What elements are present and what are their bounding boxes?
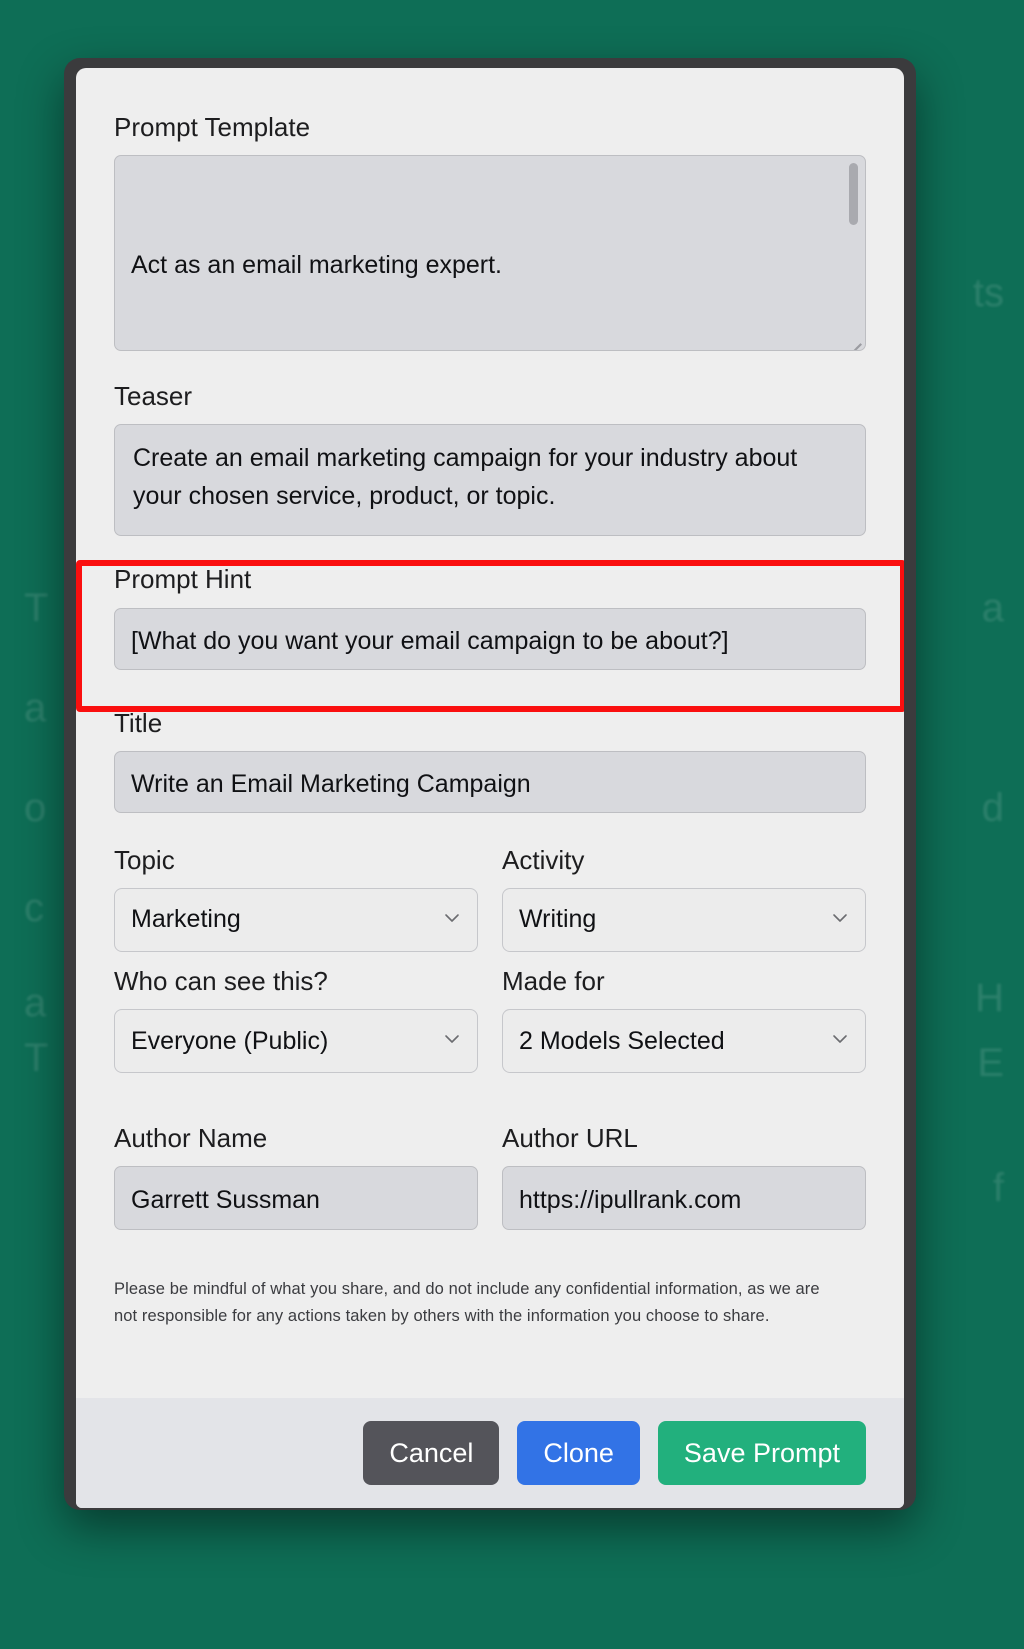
bg-fragment: c — [24, 886, 44, 930]
topic-field: Topic Marketing — [114, 845, 478, 952]
bg-fragment: a — [24, 686, 47, 730]
title-label: Title — [114, 707, 163, 738]
chevron-down-icon — [831, 909, 849, 927]
chevron-down-icon — [443, 1030, 461, 1048]
made-for-label: Made for — [502, 965, 605, 996]
bg-fragment: T — [24, 1036, 49, 1080]
bg-fragment: a — [24, 981, 47, 1025]
teaser-field: Teaser Create an email marketing campaig… — [114, 381, 866, 537]
author-url-field: Author URL https://ipullrank.com — [502, 1123, 866, 1231]
activity-label: Activity — [502, 844, 585, 875]
bg-fragment: ts — [972, 271, 1004, 315]
activity-select[interactable]: Writing — [502, 887, 866, 952]
prompt-template-scrollbar[interactable] — [849, 163, 858, 345]
prompt-editor-dialog: Prompt Template Act as an email marketin… — [76, 68, 904, 1508]
bg-fragment: o — [24, 786, 47, 830]
topic-selected-value: Marketing — [131, 905, 241, 934]
topic-select[interactable]: Marketing — [114, 887, 478, 952]
disclaimer-text: Please be mindful of what you share, and… — [114, 1280, 820, 1325]
bg-fragment: d — [981, 786, 1004, 830]
chevron-down-icon — [443, 909, 461, 927]
made-for-select[interactable]: 2 Models Selected — [502, 1009, 866, 1074]
activity-selected-value: Writing — [519, 905, 597, 934]
bg-fragment: T — [24, 586, 49, 630]
prompt-template-textarea[interactable]: Act as an email marketing expert. Write … — [114, 155, 866, 352]
made-for-field: Made for 2 Models Selected — [502, 965, 866, 1074]
save-prompt-button[interactable]: Save Prompt — [657, 1421, 866, 1485]
activity-field: Activity Writing — [502, 845, 866, 952]
prompt-hint-input[interactable]: [What do you want your email campaign to… — [114, 607, 866, 670]
bg-fragment: a — [981, 586, 1004, 630]
cancel-button[interactable]: Cancel — [363, 1421, 500, 1485]
clone-button[interactable]: Clone — [517, 1421, 640, 1485]
bg-fragment: E — [977, 1041, 1004, 1085]
author-url-label: Author URL — [502, 1123, 638, 1154]
dialog-body: Prompt Template Act as an email marketin… — [76, 68, 904, 1398]
visibility-madefor-row: Who can see this? Everyone (Public) Made… — [114, 965, 866, 1074]
scrollbar-thumb[interactable] — [849, 163, 858, 226]
bg-fragment: H — [975, 976, 1004, 1020]
teaser-wrap: Create an email marketing campaign for y… — [114, 424, 866, 537]
prompt-hint-field: Prompt Hint [What do you want your email… — [114, 564, 866, 670]
visibility-field: Who can see this? Everyone (Public) — [114, 965, 478, 1074]
visibility-select[interactable]: Everyone (Public) — [114, 1009, 478, 1074]
author-name-label: Author Name — [114, 1123, 268, 1154]
teaser-textarea[interactable]: Create an email marketing campaign for y… — [114, 424, 866, 537]
dialog-footer: Cancel Clone Save Prompt — [76, 1398, 904, 1508]
author-name-field: Author Name Garrett Sussman — [114, 1123, 478, 1231]
author-row: Author Name Garrett Sussman Author URL h… — [114, 1123, 866, 1231]
prompt-hint-label: Prompt Hint — [114, 564, 252, 595]
prompt-template-label: Prompt Template — [114, 112, 311, 142]
visibility-selected-value: Everyone (Public) — [131, 1026, 329, 1055]
chevron-down-icon — [831, 1030, 849, 1048]
teaser-label: Teaser — [114, 381, 193, 412]
author-url-input[interactable]: https://ipullrank.com — [502, 1166, 866, 1231]
made-for-selected-value: 2 Models Selected — [519, 1026, 725, 1055]
author-name-input[interactable]: Garrett Sussman — [114, 1166, 478, 1231]
prompt-template-wrap: Act as an email marketing expert. Write … — [114, 155, 866, 352]
title-input[interactable]: Write an Email Marketing Campaign — [114, 750, 866, 813]
prompt-template-field: Prompt Template Act as an email marketin… — [114, 112, 866, 352]
title-field: Title Write an Email Marketing Campaign — [114, 708, 866, 813]
bg-fragment: f — [992, 1166, 1004, 1210]
topic-activity-row: Topic Marketing Activity Writing — [114, 845, 866, 952]
visibility-label: Who can see this? — [114, 965, 328, 996]
prompt-template-line: Act as an email marketing expert. — [131, 251, 502, 280]
topic-label: Topic — [114, 844, 175, 875]
